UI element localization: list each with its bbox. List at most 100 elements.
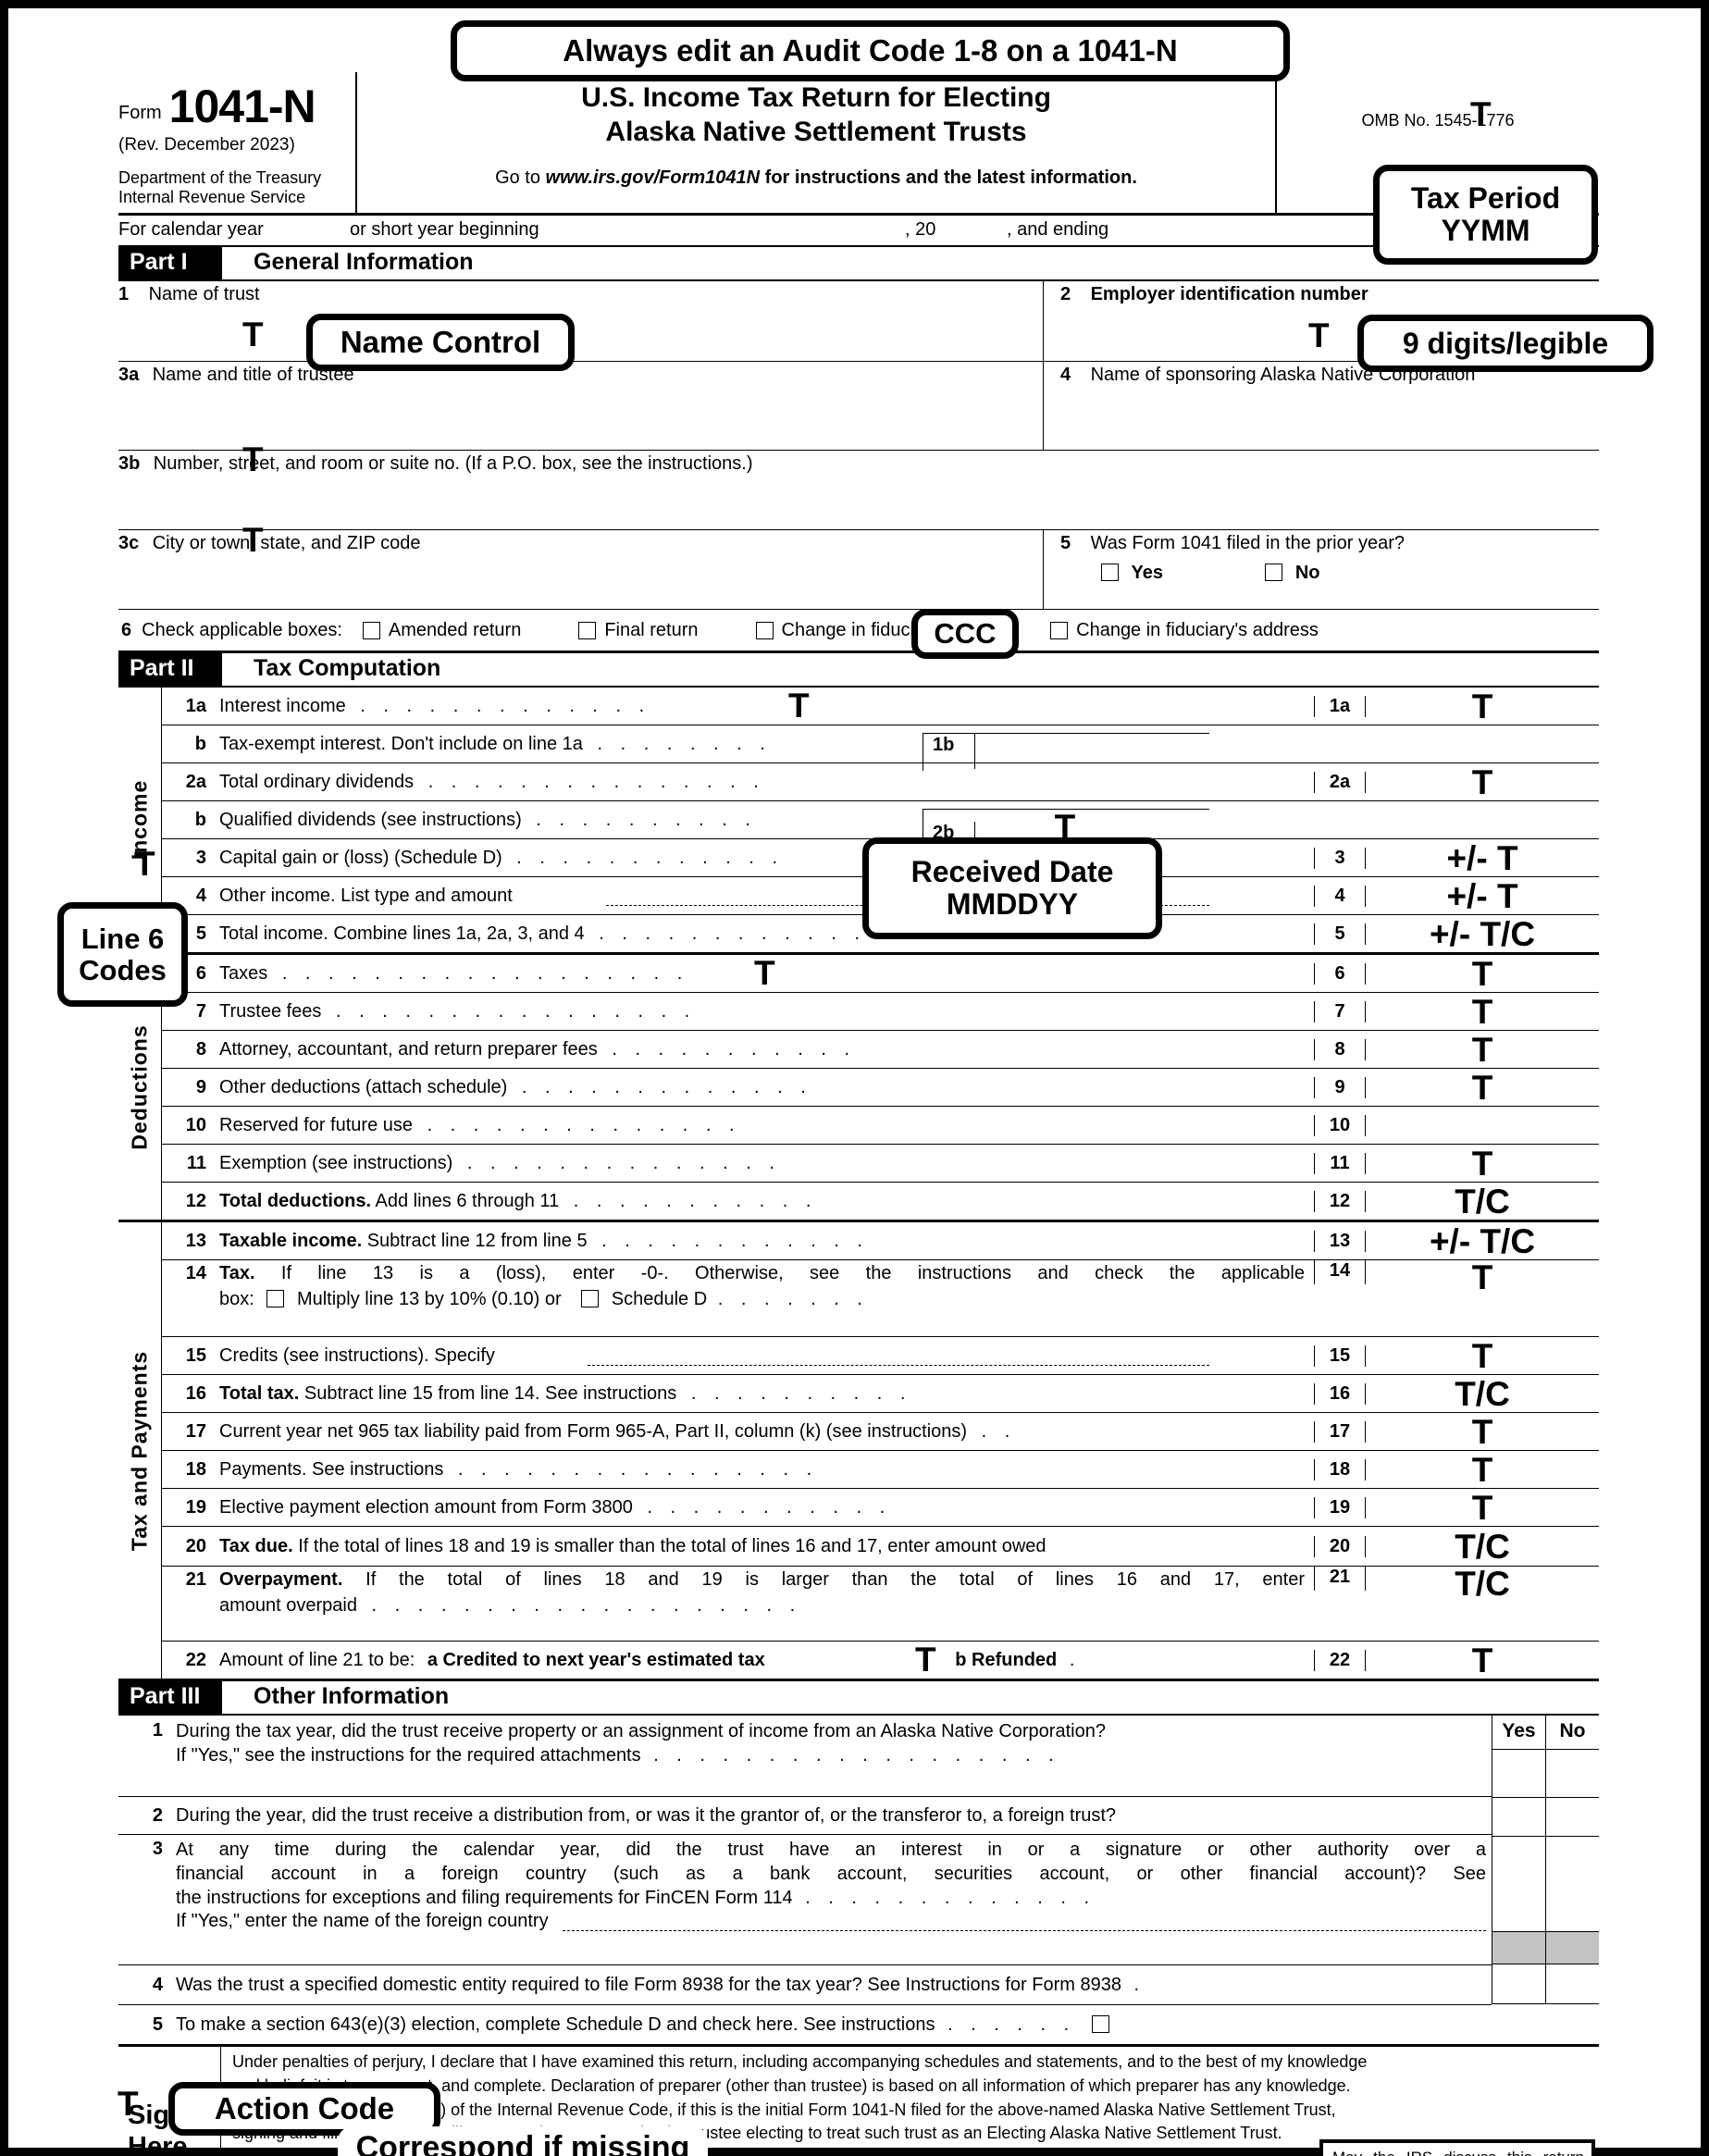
line-19-dots: . . . . . . . . . . . — [647, 1496, 892, 1518]
line-3-amount[interactable]: +/- T — [1366, 841, 1599, 875]
part3-q1-no-cell[interactable] — [1545, 1750, 1599, 1798]
part3-q4-dots: . — [1133, 1974, 1146, 1995]
line-10-box-number: 10 — [1314, 1114, 1366, 1136]
irs-discuss-box: May the IRS discuss this return with the… — [1319, 2139, 1595, 2156]
line-19-amount[interactable]: T — [1366, 1491, 1599, 1525]
line-21-amount[interactable]: T/C — [1366, 1567, 1599, 1601]
line-6-row: 6 Taxes . . . . . . . . . . . . . . . . … — [162, 955, 1599, 992]
mark-t-amount-15: T — [1471, 1336, 1493, 1375]
mark-pm-t-amount-3: +/- T — [1446, 838, 1518, 877]
part3-yesno-column: Yes No — [1492, 1716, 1599, 2044]
checkbox-change-fiduciary-address[interactable] — [1050, 621, 1069, 639]
perjury-line1: Under penalties of perjury, I declare th… — [232, 2052, 1368, 2072]
line-6-dots: . . . . . . . . . . . . . . . . . . — [281, 962, 689, 984]
line-8-amount[interactable]: T — [1366, 1033, 1599, 1067]
part3-q2-yes-cell[interactable] — [1492, 1798, 1545, 1837]
mark-t-amount-1a: T — [1471, 687, 1493, 725]
part3-q2-no-cell[interactable] — [1545, 1798, 1599, 1837]
irs-url-link[interactable]: www.irs.gov/Form1041N — [546, 167, 761, 188]
line-2a-desc: Total ordinary dividends . . . . . . . .… — [219, 772, 1314, 793]
line-1b-subbox[interactable]: 1b — [923, 732, 1209, 771]
line-18-amount[interactable]: T — [1366, 1453, 1599, 1487]
mark-t-amount-22: T — [1471, 1641, 1493, 1679]
callout-line6-line2: Codes — [79, 953, 167, 986]
line-16-amount[interactable]: T/C — [1366, 1377, 1599, 1411]
line-4-amount[interactable]: +/- T — [1366, 879, 1599, 913]
line-6-box-number: 6 — [1314, 962, 1366, 985]
deductions-block: Deductions 6 Taxes . . . . . . . . . . .… — [118, 955, 1599, 1223]
mark-t-amount-2a: T — [1471, 762, 1493, 801]
prior-1041-yes-label: Yes — [1131, 563, 1163, 584]
line-14-amount[interactable]: T — [1366, 1260, 1599, 1295]
checkbox-prior-1041-yes[interactable] — [1101, 564, 1119, 582]
callout-received-date: Received Date MMDDYY — [862, 837, 1162, 939]
checkbox-prior-1041-no[interactable] — [1265, 564, 1283, 582]
part3-q5-number: 5 — [152, 2014, 163, 2035]
line-7-label: Trustee fees — [219, 1000, 322, 1022]
line-1a-desc: Interest income . . . . . . . . . . . . … — [219, 688, 1314, 723]
part3-q3-yes-cell[interactable] — [1492, 1837, 1545, 1932]
line-8-desc: Attorney, accountant, and return prepare… — [219, 1039, 1314, 1060]
tax-payments-block: Tax and Payments 13 Taxable income. Subt… — [118, 1222, 1599, 1682]
line-13-box-number: 13 — [1314, 1230, 1366, 1252]
line-12-box-number: 12 — [1314, 1190, 1366, 1212]
field-sponsoring-corp[interactable]: 4 Name of sponsoring Alaska Native Corpo… — [1044, 362, 1599, 452]
line-6-amount[interactable]: T — [1366, 957, 1599, 991]
field-name-of-trust[interactable]: 1 Name of trust — [118, 281, 1044, 363]
line-20-box-number: 20 — [1314, 1535, 1366, 1557]
callout-ccc: CCC — [911, 609, 1019, 659]
part3-q1-dots: . . . . . . . . . . . . . . . . . . — [653, 1745, 1060, 1766]
line-17-desc: Current year net 965 tax liability paid … — [219, 1421, 1314, 1443]
line-13-amount[interactable]: +/- T/C — [1366, 1224, 1599, 1258]
line-15-amount[interactable]: T — [1366, 1339, 1599, 1373]
callout-received-date-line1: Received Date — [910, 855, 1114, 889]
part3-q4-yes-cell[interactable] — [1492, 1964, 1545, 2004]
line-17-amount[interactable]: T — [1366, 1415, 1599, 1449]
part3-q3-line3-text: the instructions for exceptions and fili… — [176, 1887, 793, 1908]
callout-name-control-text: Name Control — [340, 325, 541, 360]
line-9-amount[interactable]: T — [1366, 1071, 1599, 1105]
line-11-row: 11 Exemption (see instructions) . . . . … — [162, 1144, 1599, 1182]
part3-q3-line3: the instructions for exceptions and fili… — [176, 1887, 1492, 1911]
goto-post: for instructions and the latest informat… — [760, 167, 1137, 189]
checkbox-final-return[interactable] — [578, 621, 597, 639]
callout-correspond-text: Correspond if missing — [356, 2130, 690, 2156]
line-20-amount[interactable]: T/C — [1366, 1530, 1599, 1564]
label-final-return: Final return — [604, 619, 699, 640]
line-10-number: 10 — [185, 1114, 206, 1135]
line-22-amount[interactable]: T — [1366, 1643, 1599, 1678]
part3-q1-yes-cell[interactable] — [1492, 1750, 1545, 1798]
part3-q3-no-cell[interactable] — [1545, 1837, 1599, 1932]
checkbox-change-fiduciary-name[interactable] — [755, 621, 774, 639]
checkbox-multiply-10-percent[interactable] — [266, 1290, 285, 1308]
field-5-number: 5 — [1060, 533, 1071, 554]
line-15-number: 15 — [185, 1344, 206, 1366]
line-10-label: Reserved for future use — [219, 1114, 413, 1135]
line-11-amount[interactable]: T — [1366, 1146, 1599, 1181]
field-trustee-name-title[interactable]: 3a Name and title of trustee — [118, 362, 1044, 452]
field-street-address[interactable]: 3b Number, street, and room or suite no.… — [118, 451, 1599, 531]
checkbox-schedule-d[interactable] — [581, 1290, 600, 1308]
checkbox-643e3-election[interactable] — [1091, 2014, 1109, 2033]
form-title-line1: U.S. Income Tax Return for Electing — [581, 82, 1051, 113]
part3-q2-desc: During the year, did the trust receive a… — [176, 1804, 1492, 1828]
line-12-amount[interactable]: T/C — [1366, 1184, 1599, 1219]
foreign-country-input[interactable] — [563, 1929, 1486, 1931]
part3-q5-row: 5 To make a section 643(e)(3) election, … — [118, 2004, 1492, 2044]
income-block: Income 1a Interest income . . . . . . . … — [118, 688, 1599, 956]
line-5-amount[interactable]: +/- T/C — [1366, 917, 1599, 951]
deductions-lines: 6 Taxes . . . . . . . . . . . . . . . . … — [162, 955, 1599, 1220]
checkbox-amended-return[interactable] — [362, 621, 380, 639]
part3-q4-number: 4 — [152, 1974, 163, 1995]
callout-received-date-line2: MMDDYY — [946, 887, 1079, 921]
part3-q3-line4: If "Yes," enter the name of the foreign … — [176, 1910, 1492, 1934]
line-7-amount[interactable]: T — [1366, 995, 1599, 1029]
line-2a-amount[interactable]: T — [1366, 765, 1599, 799]
line-2a-row: 2a Total ordinary dividends . . . . . . … — [162, 762, 1599, 800]
callout-tax-period-line1: Tax Period — [1410, 181, 1561, 216]
line-15-write-in[interactable] — [588, 1364, 1209, 1366]
part3-q4-no-cell[interactable] — [1545, 1964, 1599, 2004]
line-22-row: 22 Amount of line 21 to be: a Credited t… — [162, 1641, 1599, 1679]
line-1a-amount[interactable]: T — [1366, 689, 1599, 724]
field-city-state-zip[interactable]: 3c City or town, state, and ZIP code — [118, 530, 1044, 611]
